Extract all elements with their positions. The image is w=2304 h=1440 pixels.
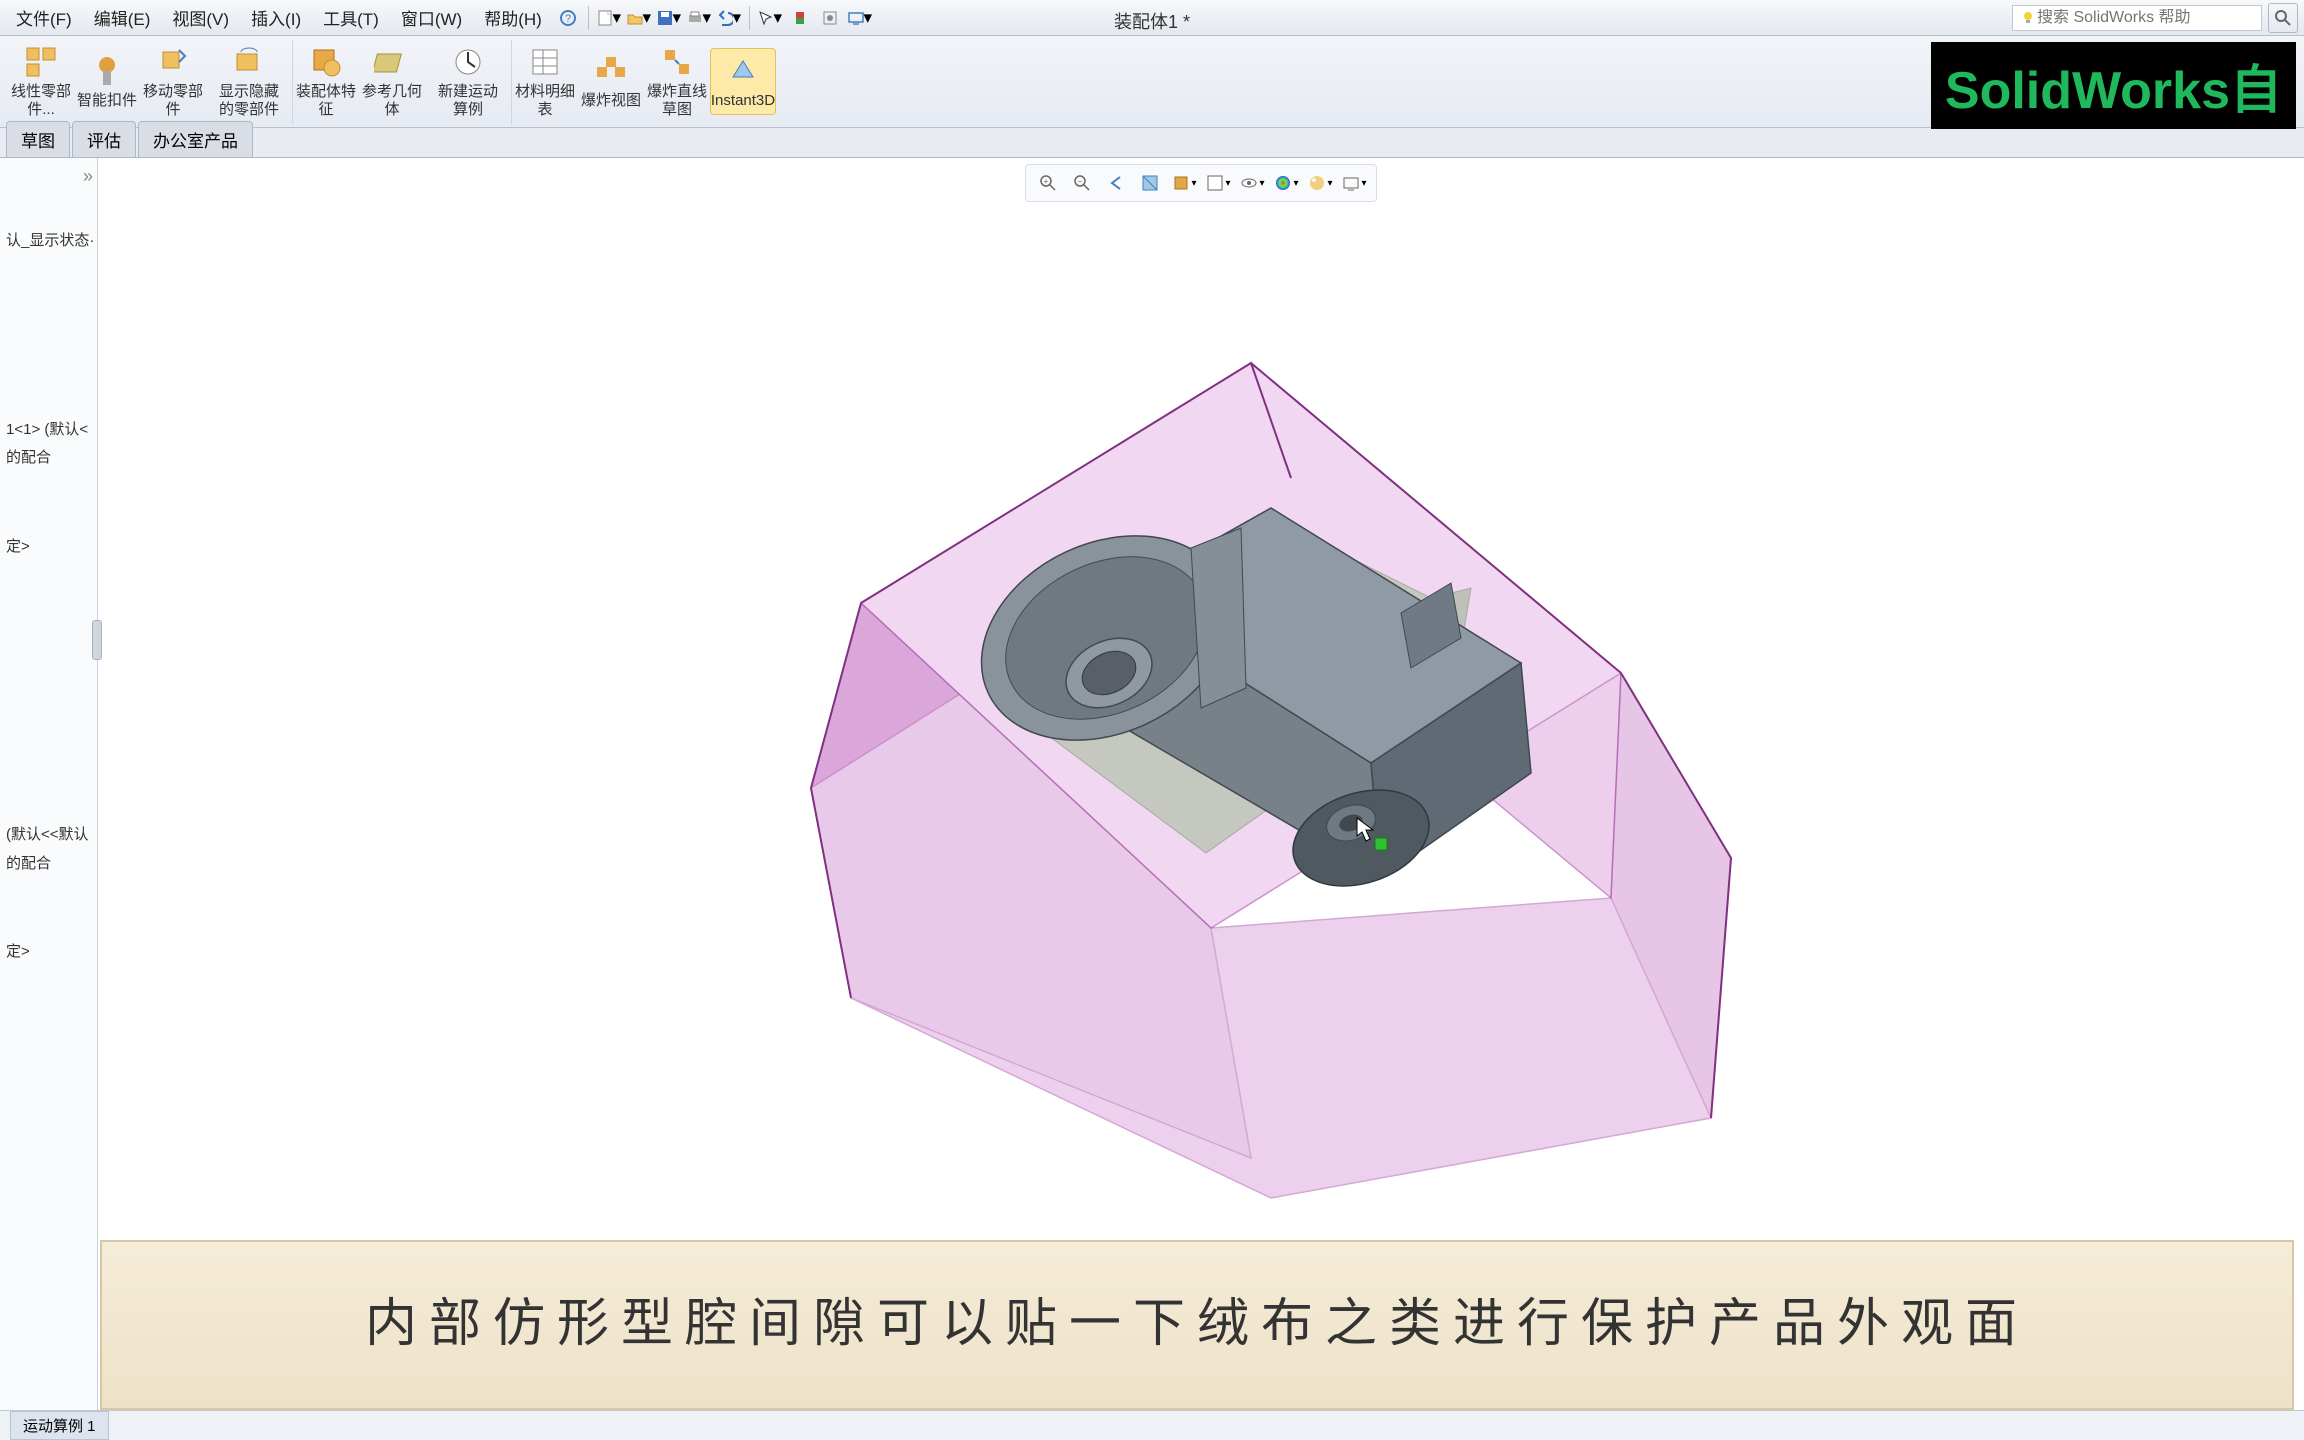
hide-show-icon[interactable]: ▾: [1238, 169, 1266, 197]
separator: [749, 6, 750, 30]
collapse-icon[interactable]: »: [4, 166, 93, 187]
print-icon[interactable]: ▾: [685, 4, 713, 32]
tab-sketch[interactable]: 草图: [6, 121, 70, 157]
menu-file[interactable]: 文件(F): [6, 1, 82, 34]
instant3d-button[interactable]: Instant3D: [710, 48, 776, 115]
document-title: 装配体1 *: [1114, 8, 1190, 34]
svg-text:−: −: [1078, 177, 1083, 186]
menu-insert[interactable]: 插入(I): [241, 1, 311, 34]
search-input[interactable]: [2037, 9, 2255, 27]
assembly-feature-button[interactable]: 装配体特征: [293, 44, 359, 119]
explode-line-label: 爆炸直线草图: [644, 83, 710, 119]
smart-fastener-label: 智能扣件: [77, 92, 137, 110]
undo-icon[interactable]: ▾: [715, 4, 743, 32]
tree-item[interactable]: 认_显示状态·: [4, 227, 93, 256]
tree-item[interactable]: 的配合: [4, 850, 93, 879]
explode-view-label: 爆炸视图: [581, 92, 641, 110]
scene-icon[interactable]: ▾: [1306, 169, 1334, 197]
tree-item[interactable]: (默认<<默认: [4, 821, 93, 850]
move-component-button[interactable]: 移动零部件: [140, 44, 206, 119]
screen-icon[interactable]: ▾: [846, 4, 874, 32]
menu-view[interactable]: 视图(V): [162, 1, 239, 34]
tree-item[interactable]: 的配合: [4, 444, 93, 473]
zoom-fit-icon[interactable]: +: [1034, 169, 1062, 197]
appearance-icon[interactable]: ▾: [1272, 169, 1300, 197]
watermark: SolidWorks自: [1931, 42, 2296, 129]
subtitle-text: 内部仿形型腔间隙可以贴一下绒布之类进行保护产品外观面: [365, 1289, 2029, 1362]
search-box[interactable]: [2012, 5, 2262, 31]
tree-item[interactable]: 定>: [4, 533, 93, 562]
rebuild-icon[interactable]: [786, 4, 814, 32]
new-motion-study-button[interactable]: 新建运动算例: [435, 44, 501, 119]
separator: [588, 6, 589, 30]
svg-text:+: +: [1044, 177, 1049, 186]
ribbon-group: 新建运动算例: [425, 40, 512, 124]
reference-geometry-label: 参考几何体: [359, 83, 425, 119]
search-bulb-icon: [2019, 9, 2037, 27]
search-submit-icon[interactable]: [2268, 3, 2298, 33]
view-toolbar: + − ▾ ▾ ▾ ▾ ▾ ▾: [1025, 164, 1377, 202]
tree-item[interactable]: 定>: [4, 938, 93, 967]
linear-component-button[interactable]: 线性零部件...: [8, 44, 74, 119]
menu-help[interactable]: 帮助(H): [474, 1, 552, 34]
smart-fastener-button[interactable]: 智能扣件: [74, 53, 140, 110]
menu-edit[interactable]: 编辑(E): [84, 1, 161, 34]
zoom-area-icon[interactable]: −: [1068, 169, 1096, 197]
options-icon[interactable]: [816, 4, 844, 32]
new-motion-study-label: 新建运动算例: [435, 83, 501, 119]
display-style-icon[interactable]: ▾: [1204, 169, 1232, 197]
subtitle-overlay: 内部仿形型腔间隙可以贴一下绒布之类进行保护产品外观面: [100, 1240, 2294, 1410]
open-file-icon[interactable]: ▾: [625, 4, 653, 32]
statusbar: 运动算例 1: [0, 1410, 2304, 1440]
view-orientation-icon[interactable]: ▾: [1170, 169, 1198, 197]
tree-item[interactable]: 1<1> (默认<: [4, 416, 93, 445]
viewport-3d[interactable]: + − ▾ ▾ ▾ ▾ ▾ ▾: [98, 158, 2304, 1410]
select-icon[interactable]: ▾: [756, 4, 784, 32]
linear-component-label: 线性零部件...: [8, 83, 74, 119]
reference-geometry-button[interactable]: 参考几何体: [359, 44, 425, 119]
explode-line-sketch-button[interactable]: 爆炸直线草图: [644, 44, 710, 119]
prev-view-icon[interactable]: [1102, 169, 1130, 197]
command-tabbar: 草图 评估 办公室产品: [0, 128, 2304, 158]
model-rendering: [551, 218, 1851, 1218]
show-hide-component-button[interactable]: 显示隐藏的零部件: [216, 44, 282, 119]
save-icon[interactable]: ▾: [655, 4, 683, 32]
new-file-icon[interactable]: ▾: [595, 4, 623, 32]
menu-window[interactable]: 窗口(W): [391, 1, 472, 34]
show-hide-label: 显示隐藏的零部件: [216, 83, 282, 119]
section-view-icon[interactable]: [1136, 169, 1164, 197]
bom-button[interactable]: 材料明细表: [512, 44, 578, 119]
panel-resize-handle[interactable]: [92, 620, 102, 660]
feature-tree[interactable]: » 认_显示状态· 1<1> (默认< 的配合 定> (默认<<默认 的配合 定…: [0, 158, 98, 1410]
workspace: » 认_显示状态· 1<1> (默认< 的配合 定> (默认<<默认 的配合 定…: [0, 158, 2304, 1410]
tab-office[interactable]: 办公室产品: [138, 121, 253, 157]
motion-study-tab[interactable]: 运动算例 1: [10, 1411, 109, 1440]
menubar: 文件(F) 编辑(E) 视图(V) 插入(I) 工具(T) 窗口(W) 帮助(H…: [0, 0, 2304, 36]
explode-view-button[interactable]: 爆炸视图: [578, 53, 644, 110]
svg-text:?: ?: [565, 13, 571, 25]
assembly-feature-label: 装配体特征: [293, 83, 359, 119]
move-component-label: 移动零部件: [140, 83, 206, 119]
ribbon-group: 显示隐藏的零部件: [206, 40, 293, 124]
render-settings-icon[interactable]: ▾: [1340, 169, 1368, 197]
menu-tools[interactable]: 工具(T): [313, 1, 389, 34]
instant3d-label: Instant3D: [711, 92, 775, 110]
help-icon[interactable]: ?: [554, 4, 582, 32]
tab-evaluate[interactable]: 评估: [72, 121, 136, 157]
bom-label: 材料明细表: [512, 83, 578, 119]
